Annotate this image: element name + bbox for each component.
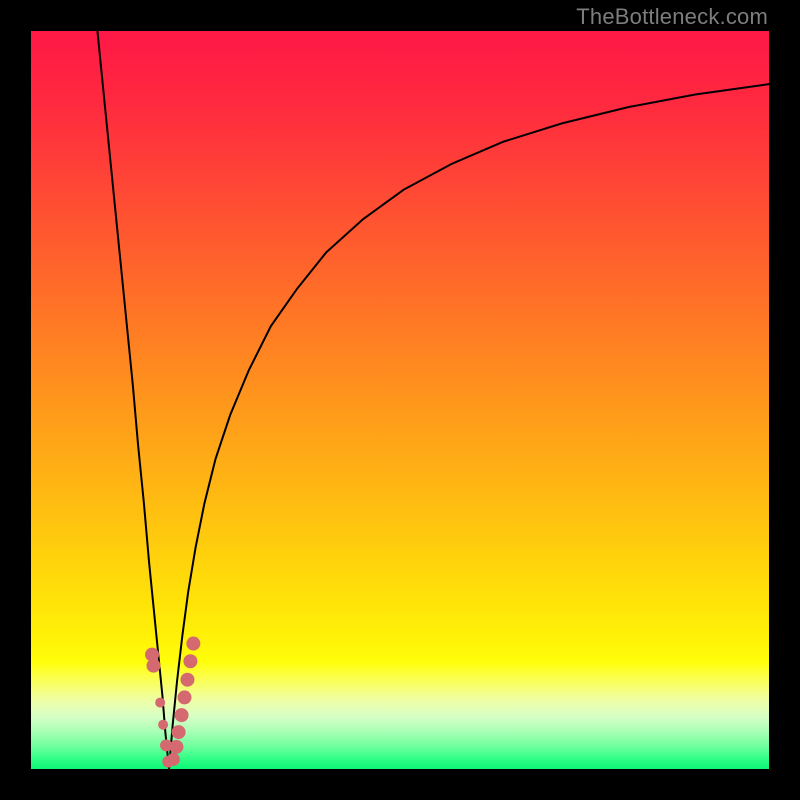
plot-area <box>31 31 769 769</box>
background-gradient <box>31 31 769 769</box>
watermark-text: TheBottleneck.com <box>576 4 768 30</box>
chart-frame: TheBottleneck.com <box>0 0 800 800</box>
